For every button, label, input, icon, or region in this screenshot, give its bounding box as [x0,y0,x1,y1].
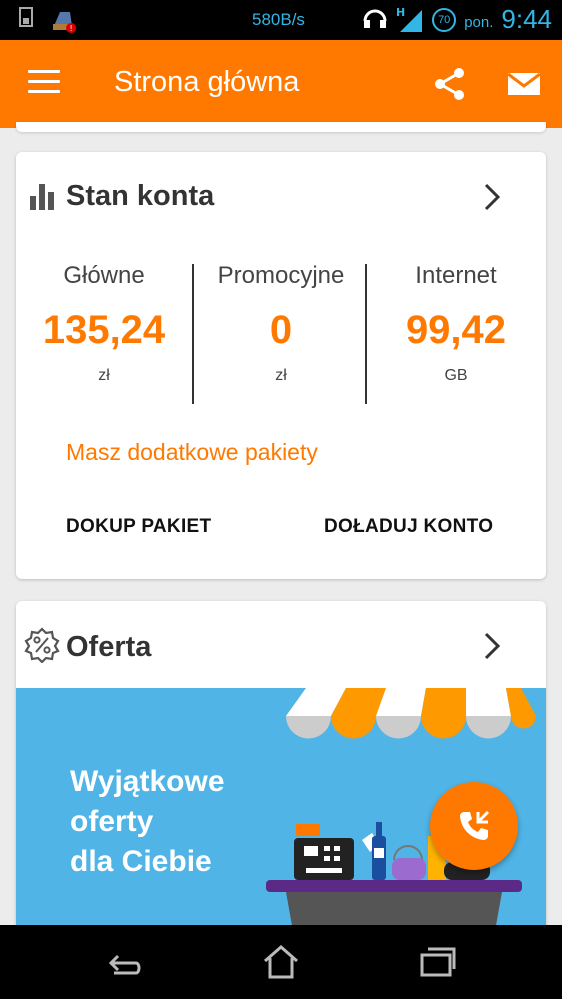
balance-unit: zł [98,367,110,384]
bar-chart-icon [30,184,54,210]
chevron-right-icon[interactable] [482,631,502,661]
percent-badge-icon [24,627,60,663]
network-speed: 580B/s [252,10,305,29]
headset-icon [363,9,387,28]
balance-label: Promocyjne [217,262,345,289]
banner-line: oferty [70,805,154,838]
account-balance-card: Stan konta Główne 135,24 zł Promocyjne 0… [16,152,546,579]
previous-card-edge [16,122,546,132]
status-notification-icons: ! [18,6,76,34]
phone-callback-icon [460,810,490,840]
offer-banner-text: Wyjątkowe oferty dla Ciebie [70,762,225,882]
balance-value: 99,42 [405,308,507,352]
balance-unit: zł [275,367,287,384]
top-up-button[interactable]: DOŁADUJ KONTO [324,516,493,538]
recent-apps-icon[interactable] [418,943,458,981]
system-nav-bar [0,925,562,999]
status-right: H 70 pon. 9:44 [362,4,552,35]
balance-value: 135,24 [42,308,166,352]
balance-unit: GB [444,367,468,384]
chevron-right-icon[interactable] [482,182,502,212]
status-day: pon. [464,14,494,31]
balance-value: 0 [269,308,293,352]
awning-illustration [286,688,536,739]
back-icon[interactable] [104,943,144,981]
status-time: 9:44 [501,4,552,34]
balance-main: Główne 135,24 zł [16,262,192,385]
share-icon[interactable] [432,66,468,102]
offer-card: Oferta Wyjątkowe oferty dla Ciebie [16,601,546,941]
hamburger-icon[interactable] [28,70,60,94]
svg-text:H: H [396,6,405,19]
mail-icon[interactable] [506,66,542,102]
banner-line: dla Ciebie [70,845,212,878]
buy-package-button[interactable]: DOKUP PAKIET [66,516,211,538]
banner-line: Wyjątkowe [70,765,225,798]
extra-packages-link[interactable]: Masz dodatkowe pakiety [66,439,318,466]
battery-level: 70 [432,7,457,32]
sim-icon [19,7,33,27]
call-fab-button[interactable] [430,782,518,870]
balance-label: Internet [415,262,497,289]
balance-label: Główne [63,262,145,289]
column-divider [365,264,367,404]
account-card-title: Stan konta [66,180,215,212]
balance-promo: Promocyjne 0 zł [193,262,369,385]
cleaner-app-icon: ! [53,12,76,33]
status-bar: ! 580B/s H 70 pon. 9:44 [0,0,562,40]
home-icon[interactable] [261,943,301,981]
app-bar: Strona główna [0,40,562,128]
page-title: Strona główna [114,66,300,98]
offer-card-title: Oferta [66,631,152,663]
balance-internet: Internet 99,42 GB [368,262,544,385]
signal-icon: H [396,6,423,32]
svg-text:!: ! [70,24,73,33]
